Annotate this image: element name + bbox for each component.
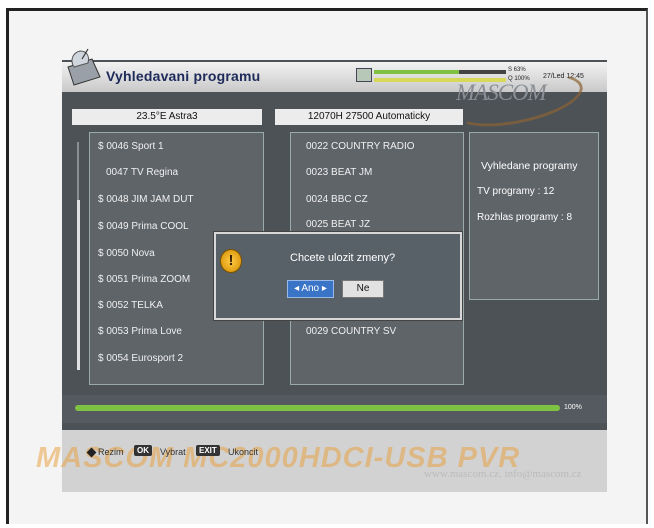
list-item[interactable]: $ 0046 Sport 1 xyxy=(98,141,164,152)
brand-logo: MASCOM xyxy=(456,80,547,105)
scrollbar-thumb[interactable] xyxy=(77,200,80,370)
list-item[interactable]: 0025 BEAT JZ xyxy=(306,219,370,229)
radio-count: Rozhlas programy : 8 xyxy=(477,212,573,223)
list-item[interactable]: $ 0051 Prima ZOOM xyxy=(98,274,190,285)
satellite-name: 23.5°E Astra3 xyxy=(72,109,262,125)
list-item[interactable]: $ 0050 Nova xyxy=(98,248,155,259)
website-watermark: www.mascom.cz, info@mascom.cz xyxy=(424,468,582,480)
list-item[interactable]: 0022 COUNTRY RADIO xyxy=(306,141,415,152)
list-item[interactable]: $ 0048 JIM JAM DUT xyxy=(98,194,194,205)
list-item[interactable]: 0024 BBC CZ xyxy=(306,194,368,205)
transponder-info: 12070H 27500 Automaticky xyxy=(275,109,463,125)
no-button[interactable]: Ne xyxy=(342,280,384,298)
save-dialog xyxy=(214,232,462,320)
list-item[interactable]: 0023 BEAT JM xyxy=(306,167,372,178)
progress-percent: 100% xyxy=(564,404,582,411)
page-title: Vyhledavani programu xyxy=(106,68,261,84)
progress-bar xyxy=(75,405,560,411)
list-item[interactable]: $ 0052 TELKA xyxy=(98,300,163,311)
list-item[interactable]: 0029 COUNTRY SV xyxy=(306,326,396,337)
summary-title: Vyhledane programy xyxy=(481,160,578,172)
help-rezim: Rezim xyxy=(98,447,124,457)
list-item[interactable]: $ 0049 Prima COOL xyxy=(98,221,189,232)
list-item[interactable]: $ 0053 Prima Love xyxy=(98,326,182,337)
list-item[interactable]: 0047 TV Regina xyxy=(106,167,178,178)
exit-key: EXIT xyxy=(196,445,220,456)
tv-count: TV programy : 12 xyxy=(477,186,555,197)
list-item[interactable]: $ 0054 Eurosport 2 xyxy=(98,353,183,364)
signal-strength-bar xyxy=(374,70,459,74)
satellite-icon xyxy=(67,48,101,86)
warning-icon: ! xyxy=(220,249,242,273)
tv-signal-icon xyxy=(356,68,372,82)
ok-key: OK xyxy=(134,445,152,456)
help-ukoncit: Ukoncit xyxy=(228,447,259,457)
help-vybrat: Vybrat xyxy=(160,447,186,457)
signal-strength-text: S 63% xyxy=(508,67,526,73)
dialog-question: Chcete ulozit zmeny? xyxy=(290,252,396,264)
yes-button[interactable]: ◂ Ano ▸ xyxy=(287,280,334,298)
